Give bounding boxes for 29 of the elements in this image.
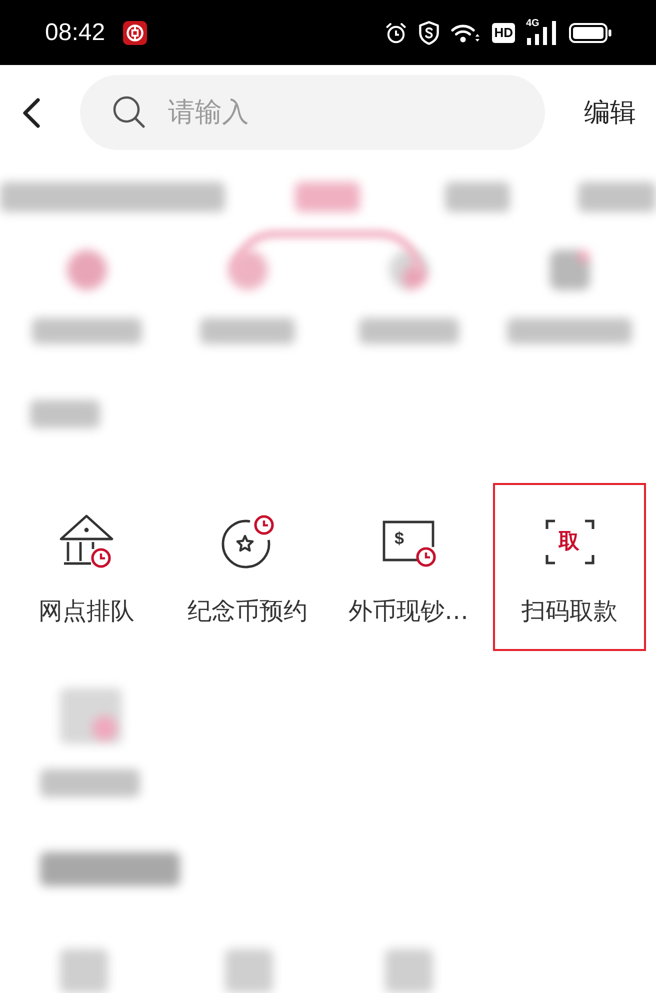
icon-character: 取 xyxy=(558,531,580,552)
shield-icon xyxy=(419,20,440,44)
blurred-icon xyxy=(550,250,590,290)
blurred-icon xyxy=(385,949,433,993)
building-clock-icon xyxy=(58,513,114,569)
signal-icon xyxy=(527,20,557,44)
service-button[interactable]: 取 扫码取款 xyxy=(493,483,646,651)
blurred-icon xyxy=(60,949,108,993)
blurred-text xyxy=(295,182,360,212)
battery-icon xyxy=(569,22,612,42)
status-time: 08:42 xyxy=(45,18,106,46)
back-icon[interactable] xyxy=(20,96,42,128)
search-field[interactable]: 请输入 xyxy=(80,75,545,150)
blurred-icon xyxy=(225,949,273,993)
hd-indicator: HD xyxy=(492,22,515,42)
service-button[interactable]: 网点排队 xyxy=(10,483,163,651)
app-icon xyxy=(123,20,148,44)
icon-character: $ xyxy=(394,530,404,547)
network-type-label: 4G xyxy=(526,18,540,28)
alarm-clock-icon xyxy=(385,22,408,44)
star-coin-clock-icon xyxy=(220,513,276,569)
blurred-text xyxy=(445,182,510,212)
blurred-icon xyxy=(60,688,122,744)
blurred-icon xyxy=(66,250,106,290)
search-icon xyxy=(112,95,146,129)
blurred-text xyxy=(30,400,100,428)
service-button[interactable]: 纪念币预约 xyxy=(171,483,324,651)
service-button[interactable]: $ 外币现钞… xyxy=(332,483,485,651)
edit-button[interactable]: 编辑 xyxy=(584,96,636,128)
